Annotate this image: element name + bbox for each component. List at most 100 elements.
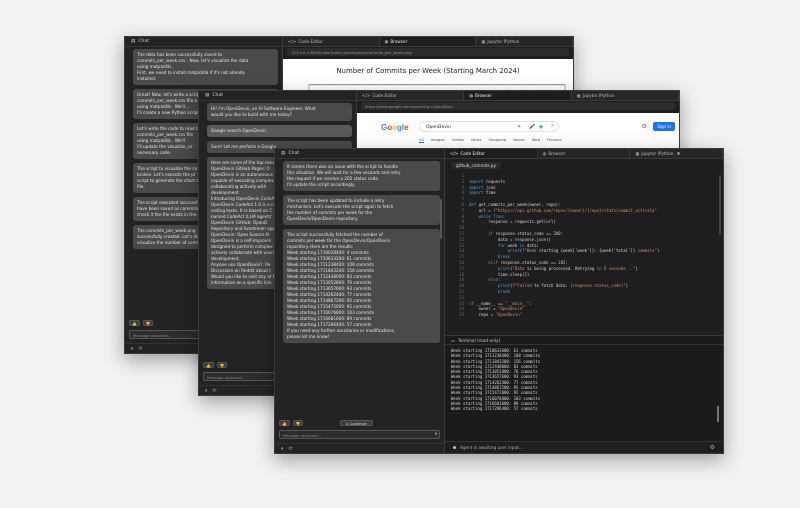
pause-icon[interactable]: ⏸ [281,446,284,452]
tab-jupyter[interactable]: ▦ Jupyter IPython [476,37,573,46]
chat-header: ▤ Chat [125,37,282,47]
microphone-icon[interactable]: 🎤 [529,124,535,130]
filter-web[interactable]: Web [532,137,540,143]
chat-panel: ▤ Chat It seems there was an issue with … [275,149,445,453]
search-filters: All Images Videos News Shopping Books Web Finan… [419,137,562,143]
agent-status-bar: Agent is awaiting user input... ⚙ [445,441,723,453]
pause-icon[interactable]: ⏸ [131,346,134,352]
assistant-message: The data has been successfully saved to c… [133,49,278,85]
chat-scrollbar[interactable] [440,199,442,239]
notebook-icon: ▦ [635,151,640,156]
terminal-header: ▭ Terminal (read-only) [445,336,723,345]
message-line: would you like to build with me today? [211,112,292,117]
editor-scrollbar[interactable] [719,175,721,235]
terminal-panel: ▭ Terminal (read-only) Week starting 171… [445,335,723,441]
filter-news[interactable]: News [471,137,481,143]
message-line: Google search OpenDevin [211,128,266,133]
chat-title: Chat [212,93,224,98]
unread-dot-icon [677,152,681,155]
tab-browser[interactable]: ◍ Browser [379,37,477,46]
workspace-tabs: </> Code Editor ◍ Browser ▦ Jupyter IPython [445,149,723,159]
tab-code-editor[interactable]: </> Code Editor [445,149,538,158]
agent-status-text: Agent is awaiting user input... [460,445,523,450]
assistant-message: The script successfully fetched the numb… [283,229,440,343]
search-icon[interactable]: ⌕ [551,123,554,130]
line-number: 25 [459,312,464,318]
refresh-icon[interactable]: ⟳ [213,388,217,394]
browser-address-bar[interactable]: https://www.google.com/search?q=OpenDevi… [361,102,675,110]
thumbs-up-button[interactable]: 👍 [203,362,214,368]
assistant-message: It seems there was an issue with the scr… [283,161,440,191]
refresh-icon[interactable]: ⟳ [139,346,143,352]
send-icon[interactable]: ➤ [434,432,438,437]
code-icon: </> [362,93,371,98]
user-message: Google search OpenDevin [207,125,352,137]
filter-finance[interactable]: Finance [547,137,562,143]
notebook-icon: ▦ [576,93,581,98]
filter-videos[interactable]: Videos [452,137,465,143]
continue-button[interactable]: ▸ Continue [340,420,373,426]
tab-code-editor[interactable]: </> Code Editor [283,37,380,46]
clear-icon[interactable]: ✕ [517,124,521,130]
filter-books[interactable]: Books [513,137,524,143]
terminal-icon: ▭ [451,337,455,343]
chat-title: Chat [138,39,150,44]
sign-in-button[interactable]: Sign in [653,122,675,131]
filter-images[interactable]: Images [431,137,445,143]
code-icon: </> [288,39,297,44]
code-icon: </> [450,151,459,156]
feedback-row: 👍 👎 ▸ Continue [279,419,373,427]
filter-all[interactable]: All [419,137,424,143]
tab-jupyter[interactable]: ▦ Jupyter IPython [572,91,679,100]
terminal-scrollbar[interactable] [717,406,719,422]
message-input[interactable]: Message assistant... [279,430,440,439]
thumbs-up-button[interactable]: 👍 [279,420,290,426]
pause-icon[interactable]: ⏸ [205,388,208,394]
gear-icon[interactable]: ⚙ [710,444,715,451]
globe-icon: ◍ [469,93,473,98]
terminal-output: Week starting 1710633600: 61 commits Week… [445,345,723,415]
chat-header: ▤ Chat [275,149,444,159]
globe-icon: ◍ [542,151,547,156]
thumbs-down-button[interactable]: 👎 [142,320,154,326]
workspace-tabs: </> Code Editor ◍ Browser ▦ Jupyter IPython [357,91,679,101]
code-lines[interactable]: 1 2 import requests 3 import json 4 import tim… [445,173,723,318]
tab-browser[interactable]: ◍ Browser [464,91,572,100]
globe-icon: ◍ [384,39,389,44]
app-window-editor: ▤ Chat It seems there was an issue with … [274,148,724,454]
chat-messages: It seems there was an issue with the scr… [279,161,440,419]
feedback-row: 👍 👎 [129,319,154,327]
browser-address-bar[interactable]: 127.0.0.1:8000/view?path=/workspace/comm… [287,48,569,56]
google-search-input[interactable]: OpenDevin [419,121,559,132]
thumbs-up-button[interactable]: 👍 [129,320,140,326]
message-line: I'll update the script accordingly. [287,182,356,187]
tab-jupyter[interactable]: ▦ Jupyter IPython [630,149,723,158]
message-line: OpenDevin/OpenDevin repository. [287,216,359,221]
chat-title: Chat [288,151,300,156]
assistant-message: The script has been updated to include a… [283,195,440,225]
refresh-icon[interactable]: ⟳ [289,446,293,452]
tab-code-editor[interactable]: </> Code Editor [357,91,465,100]
chat-icon: ▤ [131,39,136,44]
lens-icon[interactable]: ◉ [539,124,543,130]
tab-browser[interactable]: ◍ Browser [538,149,631,158]
notebook-icon: ▦ [481,39,486,44]
code-line: 25 repo = "OpenDevin" [445,312,723,318]
terminal-title: Terminal (read-only) [457,337,501,343]
chat-bottom-bar: ⏸ ⟳ [275,443,444,453]
message-line: installed. [137,76,157,81]
code-editor: github_commits.py 1 2 import requests 3 impo… [445,159,723,335]
assistant-message: Hi! I'm OpenDevin, an AI Software Engine… [207,103,352,121]
google-logo[interactable]: Google [381,123,409,132]
file-tab[interactable]: github_commits.py [451,162,502,169]
thumbs-down-button[interactable]: 👎 [292,420,304,426]
chat-icon: ▤ [205,93,210,98]
thumbs-down-button[interactable]: 👎 [216,362,228,368]
feedback-row: 👍 👎 [203,361,228,369]
terminal-line: Week starting 1717286400: 57 commits [451,406,538,412]
filter-shopping[interactable]: Shopping [488,137,506,143]
chat-header: ▤ Chat [199,91,356,101]
workspace-tabs: </> Code Editor ◍ Browser ▦ Jupyter IPython [283,37,573,47]
chart-title: Number of Commits per Week (Starting Mar… [336,67,520,75]
chat-icon: ▤ [281,151,286,156]
